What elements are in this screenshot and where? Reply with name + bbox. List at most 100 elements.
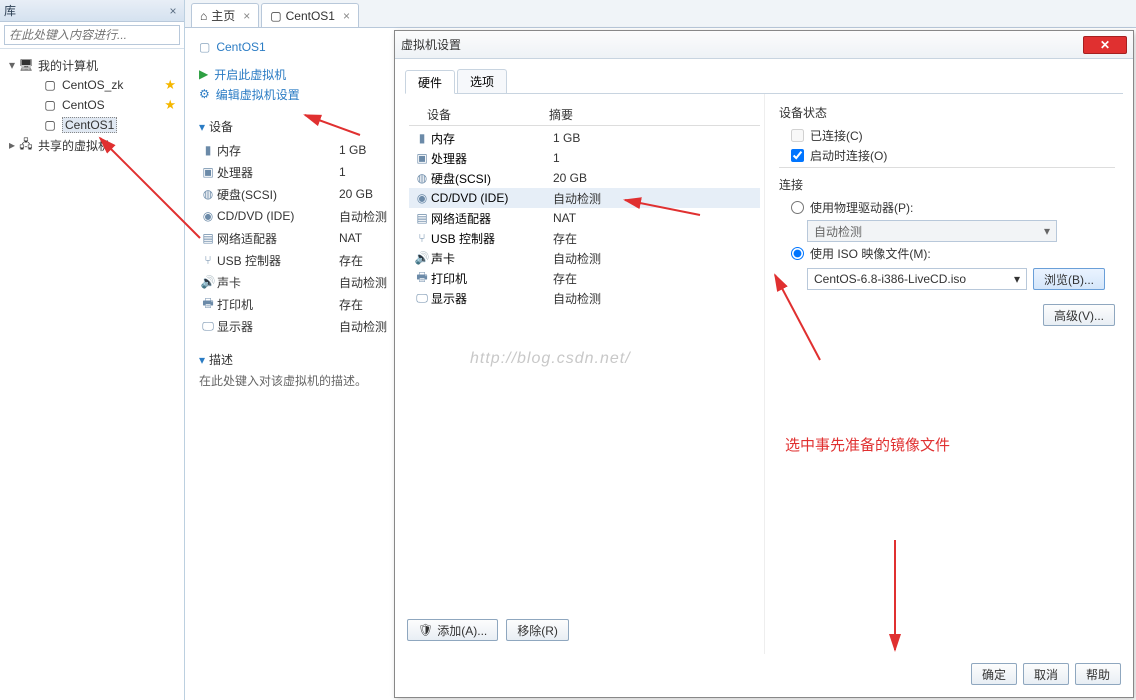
device-name: 声卡 xyxy=(217,274,339,291)
dialog-footer: 确定 取消 帮助 xyxy=(971,663,1121,685)
connect-at-poweron-checkbox[interactable]: 启动时连接(O) xyxy=(791,147,1115,164)
radio-input[interactable] xyxy=(791,201,804,214)
device-name: USB 控制器 xyxy=(431,230,553,247)
sidebar-title: 库 xyxy=(4,2,166,19)
device-icon: ▮ xyxy=(413,131,431,145)
device-summary: 自动检测 xyxy=(553,250,601,267)
star-icon: ★ xyxy=(164,77,176,93)
collapse-icon[interactable]: ▾ xyxy=(6,58,18,72)
radio-label: 使用 ISO 映像文件(M): xyxy=(810,245,931,262)
device-summary: 自动检测 xyxy=(553,190,601,207)
tab-label: 主页 xyxy=(211,7,235,24)
checkbox-input[interactable] xyxy=(791,129,804,142)
device-row[interactable]: 🖵显示器自动检测 xyxy=(199,315,399,337)
device-name: CD/DVD (IDE) xyxy=(431,191,553,205)
device-row[interactable]: ▤网络适配器NAT xyxy=(199,227,399,249)
browse-button[interactable]: 浏览(B)... xyxy=(1033,268,1105,290)
close-icon[interactable]: × xyxy=(243,9,250,23)
close-button[interactable]: ✕ xyxy=(1083,36,1127,54)
advanced-button[interactable]: 高级(V)... xyxy=(1043,304,1115,326)
tree-root-mycomputer[interactable]: ▾ 🖥 我的计算机 xyxy=(2,55,182,75)
use-physical-radio[interactable]: 使用物理驱动器(P): xyxy=(791,199,1115,216)
hardware-row[interactable]: 🖶打印机存在 xyxy=(409,268,760,288)
tab-home[interactable]: ⌂ 主页 × xyxy=(191,3,259,27)
checkbox-label: 已连接(C) xyxy=(810,127,863,144)
tab-centos1[interactable]: ▢ CentOS1 × xyxy=(261,3,359,27)
device-row[interactable]: 🔊声卡自动检测 xyxy=(199,271,399,293)
device-value: 自动检测 xyxy=(339,208,399,225)
vm-tree: ▾ 🖥 我的计算机 ▢ CentOS_zk ★ ▢ CentOS ★ ▢ Cen… xyxy=(0,49,184,161)
help-button[interactable]: 帮助 xyxy=(1075,663,1121,685)
link-label: 开启此虚拟机 xyxy=(214,66,286,83)
tree-label: 我的计算机 xyxy=(38,57,98,74)
hardware-row[interactable]: ⑂USB 控制器存在 xyxy=(409,228,760,248)
chevron-down-icon: ▾ xyxy=(1044,224,1050,238)
device-row[interactable]: ▮内存1 GB xyxy=(199,139,399,161)
device-row[interactable]: ◍硬盘(SCSI)20 GB xyxy=(199,183,399,205)
device-name: 内存 xyxy=(217,142,339,159)
tab-hardware[interactable]: 硬件 xyxy=(405,70,455,94)
hardware-row[interactable]: ◍硬盘(SCSI)20 GB xyxy=(409,168,760,188)
tree-item-centos-zk[interactable]: ▢ CentOS_zk ★ xyxy=(2,75,182,95)
device-name: CD/DVD (IDE) xyxy=(217,209,339,223)
device-name: 显示器 xyxy=(431,290,553,307)
hardware-rows: ▮内存1 GB▣处理器1◍硬盘(SCSI)20 GB◉CD/DVD (IDE)自… xyxy=(409,128,760,308)
hardware-row[interactable]: ▣处理器1 xyxy=(409,148,760,168)
iso-path-combo[interactable]: CentOS-6.8-i386-LiveCD.iso▾ xyxy=(807,268,1027,290)
device-summary: 1 GB xyxy=(553,131,580,145)
close-icon[interactable]: × xyxy=(166,4,180,18)
hardware-list-panel: 设备 摘要 ▮内存1 GB▣处理器1◍硬盘(SCSI)20 GB◉CD/DVD … xyxy=(405,94,765,654)
hardware-row[interactable]: 🔊声卡自动检测 xyxy=(409,248,760,268)
device-value: NAT xyxy=(339,231,399,245)
device-summary: 自动检测 xyxy=(553,290,601,307)
close-icon[interactable]: × xyxy=(343,9,350,23)
radio-input[interactable] xyxy=(791,247,804,260)
combo-value: 自动检测 xyxy=(814,223,862,240)
expand-icon[interactable]: ▸ xyxy=(6,138,18,152)
device-row[interactable]: ◉CD/DVD (IDE)自动检测 xyxy=(199,205,399,227)
device-row[interactable]: ⑂USB 控制器存在 xyxy=(199,249,399,271)
dialog-titlebar[interactable]: 虚拟机设置 ✕ xyxy=(395,31,1133,59)
cancel-button[interactable]: 取消 xyxy=(1023,663,1069,685)
tab-options[interactable]: 选项 xyxy=(457,69,507,93)
ok-button[interactable]: 确定 xyxy=(971,663,1017,685)
connected-checkbox[interactable]: 已连接(C) xyxy=(791,127,1115,144)
device-list: ▮内存1 GB▣处理器1◍硬盘(SCSI)20 GB◉CD/DVD (IDE)自… xyxy=(199,139,399,337)
hardware-row[interactable]: ◉CD/DVD (IDE)自动检测 xyxy=(409,188,760,208)
tree-label: 共享的虚拟机 xyxy=(38,137,110,154)
checkbox-input[interactable] xyxy=(791,149,804,162)
device-name: 打印机 xyxy=(217,296,339,313)
dialog-body: 硬件 选项 设备 摘要 ▮内存1 GB▣处理器1◍硬盘(SCSI)20 GB◉C… xyxy=(395,59,1133,697)
vm-icon: ▢ xyxy=(42,117,58,133)
search-input[interactable] xyxy=(4,25,180,45)
col-device: 设备 xyxy=(409,106,549,123)
hardware-row[interactable]: ▮内存1 GB xyxy=(409,128,760,148)
device-row[interactable]: 🖶打印机存在 xyxy=(199,293,399,315)
remove-hardware-button[interactable]: 移除(R) xyxy=(506,619,569,641)
tree-label: CentOS xyxy=(62,98,105,112)
device-icon: 🖵 xyxy=(199,319,217,334)
tree-item-centos1[interactable]: ▢ CentOS1 xyxy=(2,115,182,135)
dialog-tabs: 硬件 选项 xyxy=(405,69,1123,94)
tree-shared-vms[interactable]: ▸ 🖧 共享的虚拟机 xyxy=(2,135,182,155)
use-iso-radio[interactable]: 使用 ISO 映像文件(M): xyxy=(791,245,1115,262)
physical-drive-combo[interactable]: 自动检测 ▾ xyxy=(807,220,1057,242)
heading-label: 设备 xyxy=(209,118,233,135)
watermark: http://blog.csdn.net/ xyxy=(470,350,631,368)
device-row[interactable]: ▣处理器1 xyxy=(199,161,399,183)
hardware-row[interactable]: ▤网络适配器NAT xyxy=(409,208,760,228)
device-name: 硬盘(SCSI) xyxy=(217,186,339,203)
checkbox-label: 启动时连接(O) xyxy=(810,147,887,164)
device-icon: 🖶 xyxy=(199,294,217,315)
home-icon: ⌂ xyxy=(200,9,207,23)
device-icon: ◉ xyxy=(199,209,217,223)
col-summary: 摘要 xyxy=(549,106,573,123)
annotation-text: 选中事先准备的镜像文件 xyxy=(785,434,950,455)
hardware-row[interactable]: 🖵显示器自动检测 xyxy=(409,288,760,308)
device-value: 自动检测 xyxy=(339,274,399,291)
device-name: USB 控制器 xyxy=(217,252,339,269)
tree-item-centos[interactable]: ▢ CentOS ★ xyxy=(2,95,182,115)
device-detail-panel: 设备状态 已连接(C) 启动时连接(O) 连接 使用物理驱动器(P): 自动检测… xyxy=(765,94,1123,654)
add-hardware-button[interactable]: 🛡添加(A)... xyxy=(407,619,498,641)
device-value: 20 GB xyxy=(339,187,399,201)
